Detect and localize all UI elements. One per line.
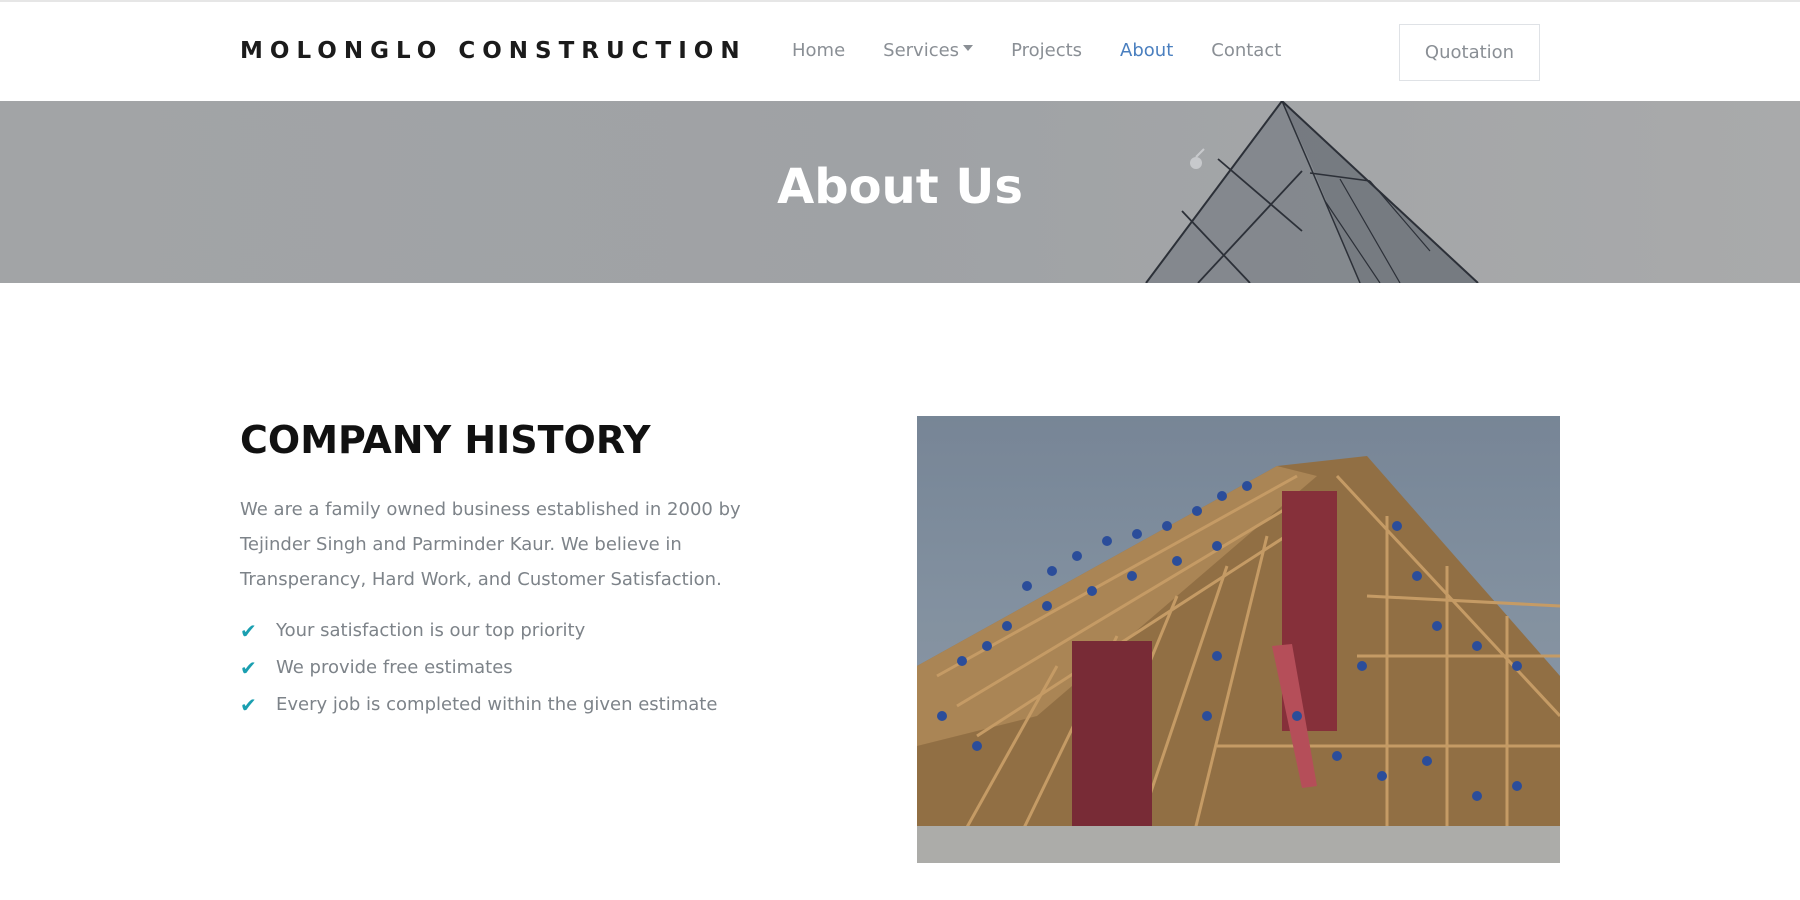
site-header: MOLONGLO CONSTRUCTION Home Services Proj… bbox=[0, 2, 1800, 101]
nav-services-label: Services bbox=[883, 40, 960, 61]
nav-projects[interactable]: Projects bbox=[1011, 40, 1082, 61]
caret-down-icon bbox=[963, 45, 974, 51]
list-item-text: Your satisfaction is our top priority bbox=[276, 620, 586, 641]
main-nav: Home Services Projects About Contact bbox=[792, 40, 1281, 61]
quotation-button[interactable]: Quotation bbox=[1399, 24, 1540, 81]
history-paragraph: We are a family owned business establish… bbox=[240, 499, 741, 590]
list-item: ✔ Your satisfaction is our top priority bbox=[240, 612, 717, 649]
construction-photo bbox=[917, 416, 1560, 863]
check-icon: ✔ bbox=[240, 655, 257, 680]
list-item: ✔ We provide free estimates bbox=[240, 649, 717, 686]
nav-services[interactable]: Services bbox=[883, 40, 974, 61]
list-item-text: Every job is completed within the given … bbox=[276, 694, 718, 715]
hero-banner: About Us bbox=[0, 101, 1800, 283]
check-icon: ✔ bbox=[240, 692, 257, 717]
list-item-text: We provide free estimates bbox=[276, 657, 513, 678]
nav-contact[interactable]: Contact bbox=[1211, 40, 1281, 61]
barn-raising-image bbox=[917, 416, 1560, 863]
nav-home[interactable]: Home bbox=[792, 40, 845, 61]
list-item: ✔ Every job is completed within the given… bbox=[240, 686, 717, 723]
feature-list: ✔ Your satisfaction is our top priority ✔… bbox=[240, 612, 717, 723]
nav-about[interactable]: About bbox=[1120, 40, 1173, 61]
section-title: COMPANY HISTORY bbox=[240, 418, 651, 462]
check-icon: ✔ bbox=[240, 618, 257, 643]
page-title: About Us bbox=[777, 159, 1023, 215]
brand-logo[interactable]: MOLONGLO CONSTRUCTION bbox=[240, 38, 747, 64]
